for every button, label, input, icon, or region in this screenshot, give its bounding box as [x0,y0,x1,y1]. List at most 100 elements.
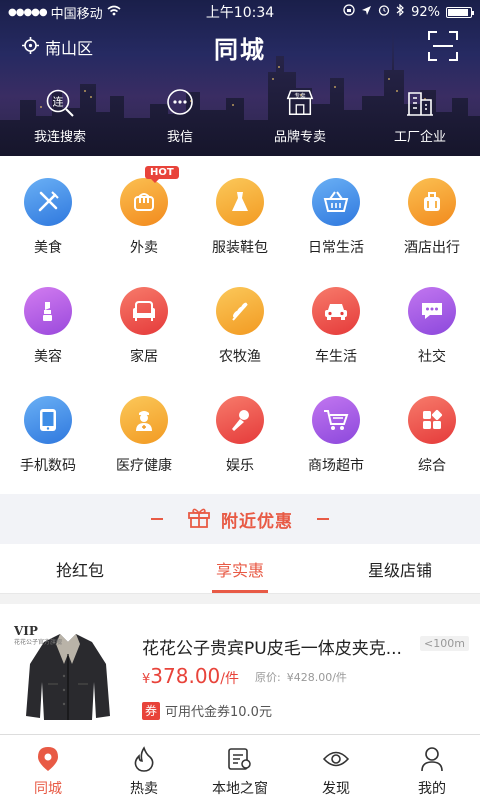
category-social[interactable]: 社交 [384,287,480,396]
bottom-nav-local-window[interactable]: 本地之窗 [192,735,288,800]
bottom-nav-hot[interactable]: 热卖 [96,735,192,800]
brand-logo: VIP [14,624,38,638]
category-label: 农牧渔 [219,349,261,365]
original-price-label: 原价: [255,671,281,684]
nearby-deals-banner: 附近优惠 [0,494,480,544]
person-icon [418,745,446,773]
bottom-nav-label: 本地之窗 [212,781,268,797]
category-label: 医疗健康 [116,458,172,474]
fork-knife-icon [24,178,72,226]
flame-icon [130,745,158,773]
category-car-life[interactable]: 车生活 [288,287,384,396]
bottom-nav-me[interactable]: 我的 [384,735,480,800]
category-label: 家居 [130,349,158,365]
eye-icon [322,745,350,773]
coupon-info: 券 可用代金券10.0元 [142,701,272,720]
quick-nav-search[interactable]: 连 我连搜索 [0,88,120,150]
battery-percent: 92% [411,4,440,20]
quick-nav-factory[interactable]: 工厂企业 [360,88,480,150]
category-takeout[interactable]: HOT 外卖 [96,166,192,287]
hot-badge: HOT [145,166,179,183]
category-digital[interactable]: 手机数码 [0,396,96,505]
bottom-nav-local[interactable]: 同城 [0,735,96,800]
category-mall[interactable]: 商场超市 [288,396,384,505]
price-amount: 378.00 [150,664,221,688]
distance-badge: <100m [420,636,469,651]
price-unit: /件 [220,671,239,687]
microphone-icon [216,396,264,444]
category-home[interactable]: 家居 [96,287,192,396]
category-label: 商场超市 [308,458,364,474]
product-price: ¥ 378.00 /件 [142,664,239,688]
category-beauty[interactable]: 美容 [0,287,96,396]
lock-rotation-icon [343,4,355,20]
original-price-value: ¥428.00/件 [286,671,347,684]
price-symbol: ¥ [142,672,151,687]
category-label: 娱乐 [226,458,254,474]
quick-nav-label: 我信 [166,130,193,145]
bottom-nav-label: 发现 [322,781,350,797]
bluetooth-icon [396,3,405,20]
gift-icon [187,506,211,532]
doctor-icon [120,396,168,444]
category-label: 手机数码 [20,458,76,474]
header: ●●●●● 中国移动 上午10:34 92% 南山区 同城 连 我连搜索 我信 … [0,0,480,156]
bottom-nav-label: 我的 [418,781,446,797]
category-hotel-travel[interactable]: 酒店出行 [384,178,480,287]
category-medical[interactable]: 医疗健康 [96,396,192,505]
product-card[interactable]: VIP 花花公子官方旗舰 花花公子贵宾PU皮毛一体皮夹克... <100m ¥ … [0,604,480,734]
dress-icon [216,178,264,226]
coupon-text: 可用代金券10.0元 [165,705,272,720]
takeout-icon [120,178,168,226]
sofa-icon [120,287,168,335]
original-price: 原价: ¥428.00/件 [255,669,347,685]
category-label: 综合 [418,458,446,474]
cart-icon [312,396,360,444]
car-icon [312,287,360,335]
location-arrow-icon [361,5,372,20]
category-label: 美食 [34,240,62,256]
quick-nav-brand[interactable]: 专卖 品牌专卖 [240,88,360,150]
search-lian-glyph: 连 [53,96,64,109]
store-sign-text: 专卖 [294,91,306,99]
category-agriculture[interactable]: 农牧渔 [192,287,288,396]
quick-nav-label: 工厂企业 [393,130,446,145]
quick-nav-label: 我连搜索 [33,130,86,145]
category-entertainment[interactable]: 娱乐 [192,396,288,505]
category-label: 美容 [34,349,62,365]
search-lian-icon: 连 [45,88,75,118]
bottom-nav-discover[interactable]: 发现 [288,735,384,800]
bottom-nav-label: 热卖 [130,781,158,797]
tab-deals[interactable]: 享实惠 [160,544,320,593]
category-clothing[interactable]: 服装鞋包 [192,178,288,287]
category-general[interactable]: 综合 [384,396,480,505]
nearby-title: 附近优惠 [221,511,293,532]
status-bar: ●●●●● 中国移动 上午10:34 92% [0,0,480,24]
tab-red-packet[interactable]: 抢红包 [0,544,160,593]
category-label: 酒店出行 [404,240,460,256]
product-image: VIP 花花公子官方旗舰 [14,624,122,724]
product-title: 花花公子贵宾PU皮毛一体皮夹克... [142,639,402,659]
quick-nav-label: 品牌专卖 [273,130,326,145]
lipstick-icon [24,287,72,335]
chat-icon [408,287,456,335]
page-title: 同城 [214,36,266,64]
tab-star-shops[interactable]: 星级店铺 [320,544,480,593]
scan-icon[interactable] [428,31,458,65]
battery-icon [446,6,474,18]
coupon-badge: 券 [142,701,160,720]
bottom-nav: 同城 热卖 本地之窗 发现 我的 [0,734,480,800]
category-food[interactable]: 美食 [0,178,96,287]
quick-nav-messages[interactable]: 我信 [120,88,240,150]
quick-nav: 连 我连搜索 我信 专卖 品牌专卖 工厂企业 [0,88,480,150]
divider [317,518,329,520]
deal-tabs: 抢红包 享实惠 星级店铺 [0,544,480,594]
category-grid: 美食 HOT 外卖 服装鞋包 日常生活 酒店出行 美容 家居 农牧渔 车生活 社… [0,156,480,494]
category-daily-life[interactable]: 日常生活 [288,178,384,287]
category-label: 日常生活 [308,240,364,256]
wifi-icon [107,5,121,20]
luggage-icon [408,178,456,226]
news-icon [226,745,254,773]
bottom-nav-label: 同城 [34,781,62,797]
chat-bubble-icon [165,88,195,118]
